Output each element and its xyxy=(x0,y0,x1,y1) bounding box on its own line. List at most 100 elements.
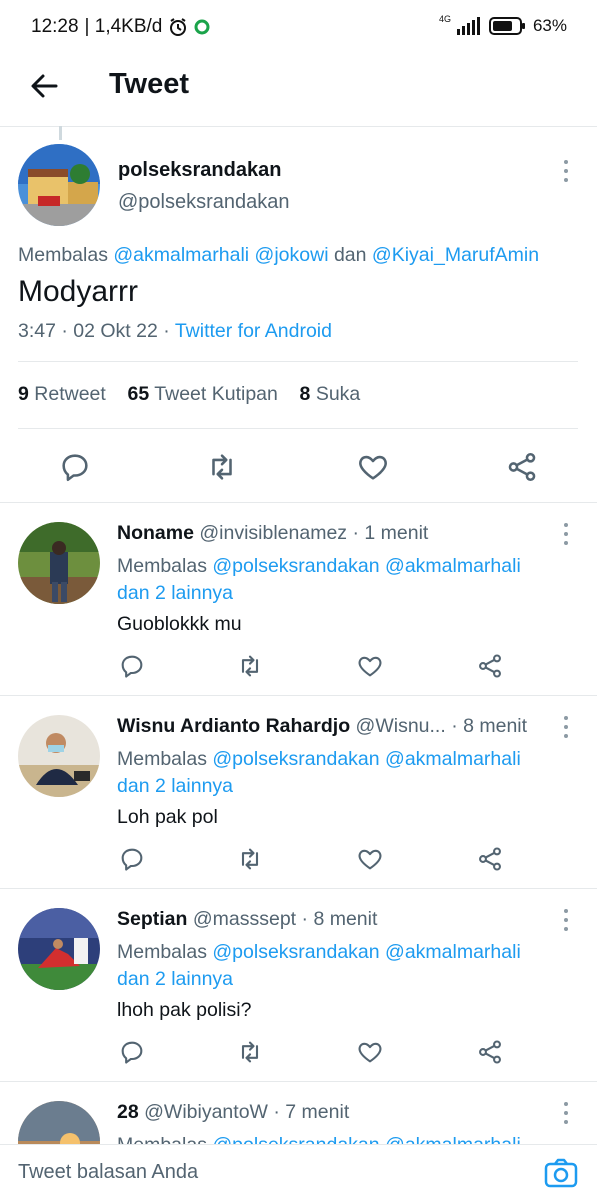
others-link[interactable]: dan 2 lainnya xyxy=(117,775,233,797)
reply-input[interactable]: Tweet balasan Anda xyxy=(18,1161,198,1184)
reply-time: · 8 menit xyxy=(451,715,528,737)
replying-to: Membalas @polseksrandakan @akmalmarhali … xyxy=(117,941,521,990)
like-icon[interactable] xyxy=(356,1038,384,1066)
reply-author-name[interactable]: Noname xyxy=(117,522,194,544)
thread-connector-line xyxy=(59,126,62,140)
reply-author-handle[interactable]: @masssept xyxy=(193,908,296,930)
replying-to: Membalas @polseksrandakan @akmalmarhali xyxy=(117,1132,557,1144)
tweet-client-link[interactable]: Twitter for Android xyxy=(175,320,332,342)
retweet-icon[interactable] xyxy=(235,845,265,873)
battery-percent: 63% xyxy=(532,16,567,35)
page-title: Tweet xyxy=(109,68,190,100)
reply-icon[interactable] xyxy=(58,450,92,484)
app-notification-icon xyxy=(194,19,210,35)
alarm-icon xyxy=(170,18,187,36)
more-vertical-icon[interactable] xyxy=(562,716,570,738)
reply-text: Guoblokkk mu xyxy=(117,613,242,635)
mention-link[interactable]: @polseksrandakan xyxy=(212,941,379,963)
reply-header: Septian @masssept · 8 menit xyxy=(117,908,377,931)
reply-icon[interactable] xyxy=(118,652,146,680)
network-type: 4G xyxy=(438,14,451,24)
mention-link[interactable]: @akmalmarhali xyxy=(385,941,521,963)
avatar[interactable] xyxy=(18,1101,100,1144)
like-stat[interactable]: 8 Suka xyxy=(300,383,361,405)
quote-stat[interactable]: 65 Tweet Kutipan xyxy=(128,383,278,405)
mention-link[interactable]: @polseksrandakan xyxy=(212,555,379,577)
reply-author-handle[interactable]: @invisiblenamez xyxy=(199,522,347,544)
reply-author-name[interactable]: Wisnu Ardianto Rahardjo xyxy=(117,715,350,737)
reply-header: Noname @invisiblenamez · 1 menit xyxy=(117,522,428,545)
reply-author-name[interactable]: Septian xyxy=(117,908,187,930)
others-link[interactable]: dan 2 lainnya xyxy=(117,582,233,604)
status-bar-right: 4G 63% xyxy=(438,14,567,36)
more-vertical-icon[interactable] xyxy=(562,160,570,182)
reply-icon[interactable] xyxy=(118,1038,146,1066)
reply-author-handle[interactable]: @WibiyantoW xyxy=(144,1101,268,1123)
replying-to: Membalas @polseksrandakan @akmalmarhali … xyxy=(117,555,521,604)
more-vertical-icon[interactable] xyxy=(562,523,570,545)
retweet-icon[interactable] xyxy=(235,652,265,680)
reply-icon[interactable] xyxy=(118,845,146,873)
status-speed: | 1,4KB/d xyxy=(84,16,163,37)
reply-tweet[interactable]: Noname @invisiblenamez · 1 menit Membala… xyxy=(0,502,597,695)
share-icon[interactable] xyxy=(505,450,539,484)
reply-header: 28 @WibiyantoW · 7 menit xyxy=(117,1101,349,1124)
share-icon[interactable] xyxy=(476,652,504,680)
share-icon[interactable] xyxy=(476,845,504,873)
mention-link[interactable]: @Kiyai_MarufAmin xyxy=(372,244,539,266)
replying-to-and: dan xyxy=(333,244,367,266)
like-icon[interactable] xyxy=(356,652,384,680)
mention-link[interactable]: @polseksrandakan xyxy=(212,748,379,770)
reply-time: · 1 menit xyxy=(352,522,429,544)
mention-link[interactable]: @akmalmarhali xyxy=(385,1134,521,1144)
avatar[interactable] xyxy=(18,522,100,604)
retweet-icon[interactable] xyxy=(204,450,240,484)
avatar[interactable] xyxy=(18,144,100,226)
reply-tweet[interactable]: Wisnu Ardianto Rahardjo @Wisnu... · 8 me… xyxy=(0,695,597,888)
status-bar: 12:28 | 1,4KB/d 4G 63% xyxy=(0,0,597,52)
back-arrow-icon[interactable] xyxy=(26,68,62,104)
tweet-author-name[interactable]: polseksrandakan xyxy=(118,159,281,182)
share-icon[interactable] xyxy=(476,1038,504,1066)
avatar-image xyxy=(18,908,100,990)
reply-tweet[interactable]: 28 @WibiyantoW · 7 menit Membalas @polse… xyxy=(0,1081,597,1144)
more-vertical-icon[interactable] xyxy=(562,1102,570,1124)
reply-composer[interactable]: Tweet balasan Anda xyxy=(0,1144,597,1201)
mention-link[interactable]: @akmalmarhali xyxy=(385,555,521,577)
avatar-image xyxy=(18,715,100,797)
tweet-author-handle[interactable]: @polseksrandakan xyxy=(118,191,290,214)
reply-action-bar xyxy=(0,845,597,879)
reply-text: Loh pak pol xyxy=(117,806,218,828)
retweet-icon[interactable] xyxy=(235,1038,265,1066)
reply-author-handle[interactable]: @Wisnu... xyxy=(356,715,446,737)
replying-to: Membalas @akmalmarhali @jokowi dan @Kiya… xyxy=(18,244,539,267)
tweet-timestamp: 3:47 · 02 Okt 22 · xyxy=(18,320,170,342)
mention-link[interactable]: @jokowi xyxy=(255,244,329,266)
reply-header: Wisnu Ardianto Rahardjo @Wisnu... · 8 me… xyxy=(117,715,527,738)
more-vertical-icon[interactable] xyxy=(562,909,570,931)
replying-to: Membalas @polseksrandakan @akmalmarhali … xyxy=(117,748,521,797)
reply-text: lhoh pak polisi? xyxy=(117,999,252,1021)
avatar[interactable] xyxy=(18,908,100,990)
retweet-stat[interactable]: 9 Retweet xyxy=(18,383,106,405)
mention-link[interactable]: @akmalmarhali xyxy=(113,244,249,266)
tweet-stats: 9 Retweet 65 Tweet Kutipan 8 Suka xyxy=(18,383,360,406)
mention-link[interactable]: @akmalmarhali xyxy=(385,748,521,770)
replying-to-label: Membalas xyxy=(18,244,108,266)
tweet-action-bar xyxy=(0,448,597,486)
reply-time: · 8 menit xyxy=(301,908,378,930)
reply-time: · 7 menit xyxy=(273,1101,350,1123)
signal-icon xyxy=(456,17,480,35)
mention-link[interactable]: @polseksrandakan xyxy=(212,1134,379,1144)
reply-tweet[interactable]: Septian @masssept · 8 menit Membalas @po… xyxy=(0,888,597,1081)
camera-icon[interactable] xyxy=(544,1156,578,1190)
tweet-meta: 3:47 · 02 Okt 22 · Twitter for Android xyxy=(18,320,332,343)
avatar-image xyxy=(18,1101,100,1144)
others-link[interactable]: dan 2 lainnya xyxy=(117,968,233,990)
status-time: 12:28 xyxy=(31,16,79,37)
like-icon[interactable] xyxy=(356,845,384,873)
reply-action-bar xyxy=(0,652,597,686)
reply-author-name[interactable]: 28 xyxy=(117,1101,139,1123)
like-icon[interactable] xyxy=(356,450,390,484)
avatar[interactable] xyxy=(18,715,100,797)
